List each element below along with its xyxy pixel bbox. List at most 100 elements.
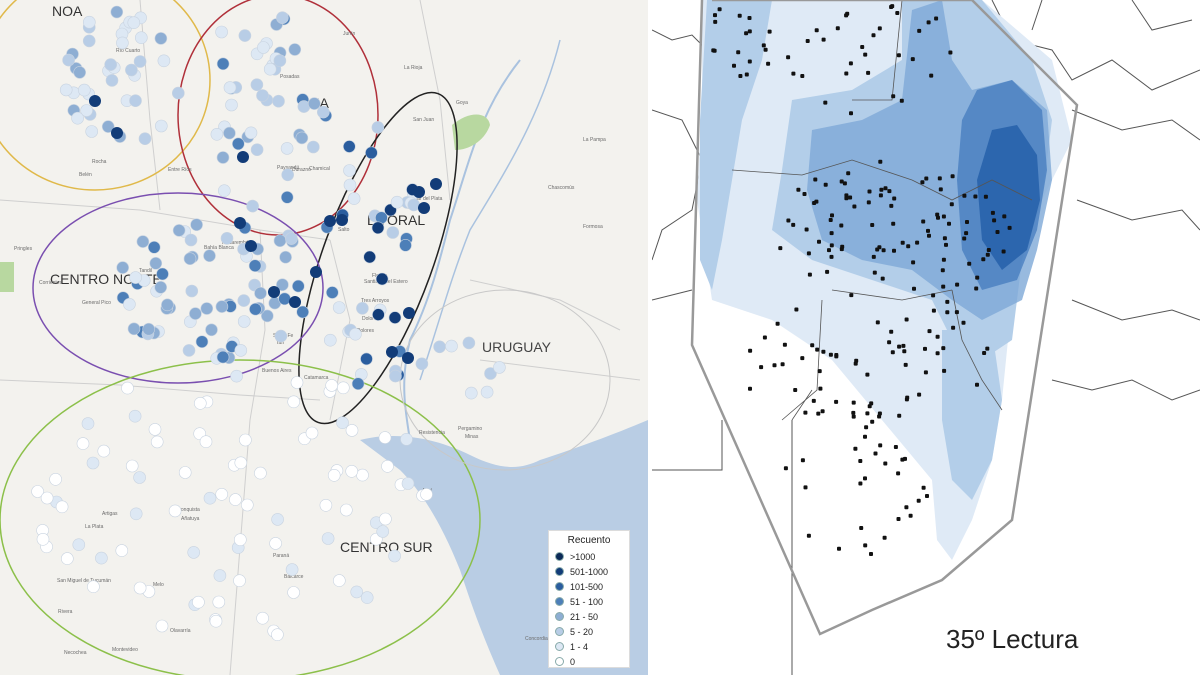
station-point xyxy=(849,111,853,116)
station-point xyxy=(791,222,796,227)
observation-point xyxy=(192,595,205,609)
station-point xyxy=(890,350,895,355)
station-point xyxy=(870,223,875,227)
station-point xyxy=(917,392,922,397)
observation-point xyxy=(323,333,337,347)
observation-point xyxy=(256,611,269,625)
observation-point xyxy=(336,381,350,395)
observation-point xyxy=(212,595,226,609)
observation-point xyxy=(195,335,209,349)
place-label: Catamarca xyxy=(304,375,329,381)
station-point xyxy=(967,261,972,266)
observation-point xyxy=(121,381,134,395)
observation-point xyxy=(82,34,96,48)
observation-point xyxy=(273,54,287,68)
observation-point xyxy=(129,271,142,284)
station-point xyxy=(931,293,936,298)
right-map xyxy=(652,0,1200,675)
station-point xyxy=(935,351,940,356)
station-point xyxy=(767,29,772,34)
station-point xyxy=(863,52,868,57)
station-point xyxy=(761,43,766,48)
place-label: Chamical xyxy=(309,166,330,172)
station-point xyxy=(908,513,913,518)
observation-point xyxy=(200,302,214,315)
observation-point xyxy=(280,191,294,204)
station-point xyxy=(872,270,877,275)
observation-point xyxy=(445,339,458,353)
station-point xyxy=(796,187,801,192)
observation-point xyxy=(233,574,246,588)
observation-point-high xyxy=(324,215,336,227)
observation-point xyxy=(305,426,319,440)
station-point xyxy=(903,362,908,367)
station-point xyxy=(887,340,892,345)
observation-point xyxy=(360,352,373,366)
station-point xyxy=(935,334,940,339)
place-label: Artigas xyxy=(102,511,118,517)
observation-point xyxy=(203,249,216,262)
observation-point xyxy=(157,54,171,68)
legend-rows: >1000 501-1000 101-500 51 - 100 21 - 50 5 - 2… xyxy=(555,549,623,669)
station-point xyxy=(811,398,816,403)
observation-point xyxy=(61,552,74,565)
place-label: Pringles xyxy=(14,246,33,252)
legend-item: 101-500 xyxy=(555,579,623,594)
observation-point xyxy=(234,456,248,470)
station-point xyxy=(896,471,901,476)
station-point xyxy=(786,55,791,60)
station-point xyxy=(863,434,867,439)
station-point xyxy=(812,201,817,205)
observation-point xyxy=(237,294,251,307)
station-point xyxy=(851,410,856,415)
legend-title: Recuento xyxy=(567,535,611,546)
observation-point xyxy=(415,357,429,371)
station-point xyxy=(1007,225,1012,230)
place-label: Añatuya xyxy=(181,516,200,522)
place-label: Pergamino xyxy=(458,426,482,432)
observation-point xyxy=(420,488,433,501)
observation-point xyxy=(316,105,330,119)
station-point xyxy=(839,179,844,184)
observation-point xyxy=(105,74,119,87)
observation-point xyxy=(59,83,73,97)
station-point xyxy=(903,456,907,461)
observation-point xyxy=(62,53,75,67)
station-point xyxy=(852,204,857,209)
observation-point xyxy=(350,585,364,599)
observation-point xyxy=(249,302,262,316)
station-point xyxy=(947,221,951,226)
place-label: Paraná xyxy=(273,553,289,559)
place-label: Río Cuarto xyxy=(116,48,140,54)
observation-point xyxy=(363,250,377,264)
place-label: Goya xyxy=(456,100,468,106)
legend: Recuento >1000 501-1000 101-500 51 - 100 21 … xyxy=(548,530,630,668)
place-label: Necochea xyxy=(64,650,87,656)
station-point xyxy=(806,533,811,538)
observation-point xyxy=(327,468,341,482)
station-point xyxy=(879,187,884,192)
legend-label: 101-500 xyxy=(570,581,604,592)
observation-point xyxy=(462,336,476,350)
station-point xyxy=(931,308,936,313)
station-point xyxy=(800,356,805,361)
station-point xyxy=(890,4,895,9)
observation-point xyxy=(155,119,168,133)
station-point xyxy=(954,310,959,315)
station-point xyxy=(995,230,1000,234)
observation-point xyxy=(127,16,141,30)
station-point xyxy=(889,203,894,208)
station-point xyxy=(844,13,849,18)
observation-point xyxy=(271,628,284,642)
observation-point-high xyxy=(336,214,348,226)
observation-point-high xyxy=(430,178,442,190)
observation-point xyxy=(237,315,251,328)
observation-point xyxy=(216,57,230,71)
station-point xyxy=(964,231,969,236)
observation-point xyxy=(150,435,164,449)
station-point xyxy=(938,187,943,192)
station-point xyxy=(1001,249,1006,254)
observation-point xyxy=(183,252,197,266)
station-point xyxy=(869,552,873,556)
observation-point xyxy=(220,232,234,245)
